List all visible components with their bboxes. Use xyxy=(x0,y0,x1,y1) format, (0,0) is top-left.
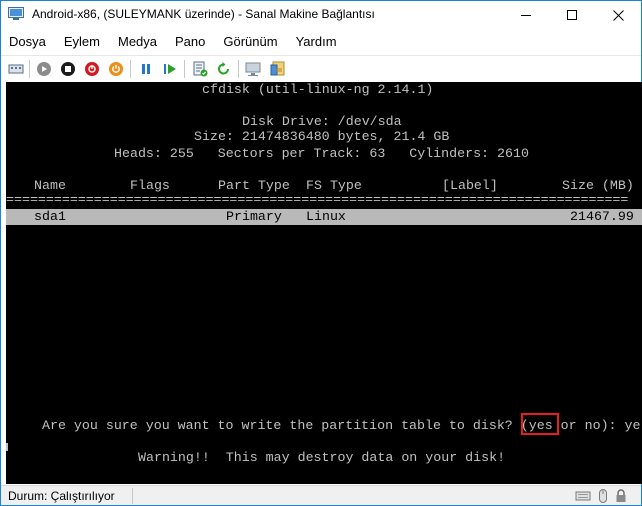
toolbar-separator xyxy=(184,60,185,78)
partition-row-sda1[interactable]: sda1 Primary Linux 21467.99 xyxy=(6,209,642,225)
partition-fs-type: Linux xyxy=(306,209,346,224)
stop-icon xyxy=(61,62,75,76)
console-edge-mark xyxy=(6,443,8,451)
power-icon xyxy=(109,62,123,76)
lock-icon xyxy=(616,489,626,502)
warning-line: Warning!! This may destroy data on your … xyxy=(138,450,506,465)
menu-bar: Dosya Eylem Medya Pano Görünüm Yardım xyxy=(1,30,641,54)
disk-size-line: Size: 21474836480 bytes, 21.4 GB xyxy=(194,129,450,144)
partition-size: 21467.99 xyxy=(570,209,634,224)
checkpoint-button[interactable] xyxy=(191,60,209,78)
prompt-no-option: or no): ye xyxy=(552,418,641,433)
toolbar xyxy=(1,55,641,81)
status-text: Durum: Çalıştırılıyor xyxy=(8,489,115,503)
shutdown-button[interactable] xyxy=(83,60,101,78)
close-button[interactable] xyxy=(595,1,641,29)
share-button[interactable] xyxy=(269,60,287,78)
toolbar-separator xyxy=(130,60,131,78)
toolbar-separator xyxy=(29,60,30,78)
resume-icon xyxy=(164,64,176,74)
enhanced-session-button[interactable] xyxy=(245,60,263,78)
stop-button[interactable] xyxy=(59,60,77,78)
prompt-question: Are you sure you want to write the parti… xyxy=(42,418,521,433)
status-bar: Durum: Çalıştırılıyor xyxy=(1,485,641,505)
ctrl-alt-del-button[interactable] xyxy=(7,60,25,78)
yes-highlight-annotation xyxy=(521,413,559,435)
toolbar-separator xyxy=(238,60,239,78)
status-separator xyxy=(132,488,133,504)
menu-dosya[interactable]: Dosya xyxy=(1,30,55,54)
partition-name: sda1 xyxy=(34,209,66,224)
start-icon xyxy=(37,62,51,76)
shutdown-icon xyxy=(85,62,99,76)
menu-pano[interactable]: Pano xyxy=(166,30,214,54)
menu-yardim[interactable]: Yardım xyxy=(287,30,346,54)
partition-part-type: Primary xyxy=(226,209,282,224)
vm-connection-window: Android-x86, (SULEYMANK üzerinde) - Sana… xyxy=(0,0,642,506)
menu-gorunum[interactable]: Görünüm xyxy=(214,30,286,54)
revert-icon xyxy=(218,62,229,75)
title-bar[interactable]: Android-x86, (SULEYMANK üzerinde) - Sana… xyxy=(1,1,641,29)
window-title: Android-x86, (SULEYMANK üzerinde) - Sana… xyxy=(32,7,375,21)
start-button[interactable] xyxy=(35,60,53,78)
share-icon xyxy=(270,61,285,76)
vm-connection-app-icon xyxy=(8,7,24,20)
disk-geometry-line: Heads: 255 Sectors per Track: 63 Cylinde… xyxy=(114,146,529,161)
header-divider: ========================================… xyxy=(6,192,629,207)
power-button[interactable] xyxy=(107,60,125,78)
minimize-button[interactable] xyxy=(503,1,549,29)
vm-console-screen[interactable]: cfdisk (util-linux-ng 2.14.1) Disk Drive… xyxy=(6,82,642,484)
menu-eylem[interactable]: Eylem xyxy=(55,30,109,54)
menu-medya[interactable]: Medya xyxy=(109,30,166,54)
checkpoint-icon xyxy=(193,61,208,77)
enhanced-session-icon xyxy=(245,62,261,76)
pause-button[interactable] xyxy=(137,60,155,78)
close-icon xyxy=(612,9,624,21)
keyboard-icon xyxy=(575,491,591,501)
cfdisk-program-line: cfdisk (util-linux-ng 2.14.1) xyxy=(202,82,434,97)
maximize-button[interactable] xyxy=(549,1,595,29)
resume-button[interactable] xyxy=(161,60,179,78)
disk-drive-line: Disk Drive: /dev/sda xyxy=(242,114,402,129)
maximize-icon xyxy=(567,10,577,20)
revert-button[interactable] xyxy=(215,60,233,78)
ctrl-alt-del-icon xyxy=(8,64,24,74)
pause-icon xyxy=(142,64,150,74)
mouse-icon xyxy=(599,489,607,503)
minimize-icon xyxy=(521,14,531,16)
